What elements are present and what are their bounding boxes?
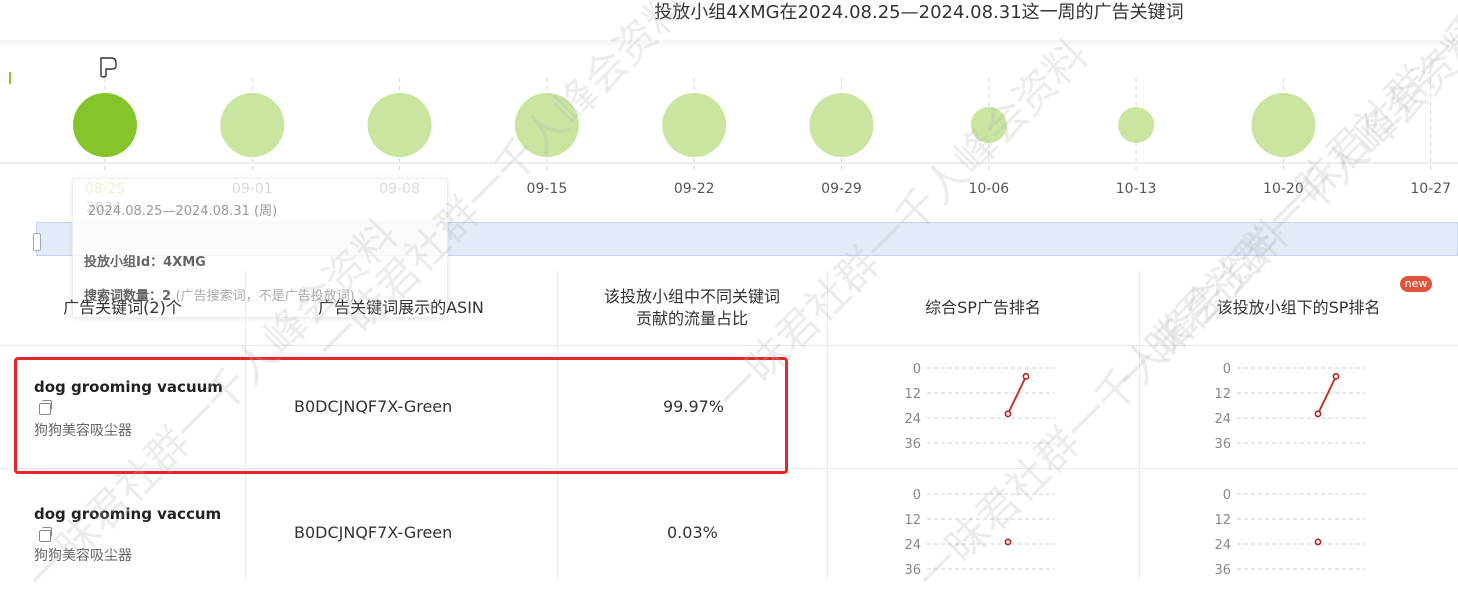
timeline-tick-label: 10-27 [1410, 181, 1451, 197]
rank-axis-label: 36 [904, 437, 921, 452]
rank-axis-label: 24 [904, 412, 921, 427]
rank-axis-label: 24 [1214, 538, 1231, 553]
header-traffic-share-line2: 贡献的流量占比 [635, 308, 748, 328]
rank-line [1007, 375, 1027, 415]
rank-axis-label: 36 [1214, 437, 1231, 452]
tooltip-group-label: 投放小组Id： [84, 255, 164, 270]
new-badge: new [1400, 276, 1432, 292]
week-bubble [73, 93, 137, 157]
timeline-tick-label: 09-22 [674, 181, 715, 197]
rank-point [1004, 410, 1012, 418]
week-bubble [809, 93, 874, 157]
header-keyword: 广告关键词(2)个 [0, 270, 245, 346]
group-sp-rank-sparkline: 0 12 24 36 [1214, 488, 1365, 578]
week-bubble [367, 93, 432, 157]
rank-axis-label: 12 [904, 387, 921, 402]
title-divider [0, 40, 1458, 48]
tooltip-date-range: 2024.08.25—2024.08.31 (周) [88, 204, 278, 219]
rank-axis-label: 0 [1223, 488, 1231, 503]
rank-point [1022, 372, 1030, 380]
column-divider [1139, 270, 1140, 581]
tooltip-group-value: 4XMG [163, 255, 206, 270]
rank-line [1317, 375, 1337, 415]
timeline-tick-label: 10-13 [1116, 181, 1157, 197]
rank-axis-label: 36 [1214, 563, 1231, 578]
rank-axis-label: 24 [1214, 412, 1231, 427]
rank-point [1332, 372, 1340, 380]
week-bubble [662, 93, 727, 157]
rank-axis-label: 0 [913, 488, 921, 503]
rank-axis-label: 0 [1223, 362, 1231, 377]
rank-axis-label: 12 [1214, 513, 1231, 528]
slider-handle[interactable] [33, 233, 41, 251]
group-sp-rank-sparkline: 0 12 24 36 [1214, 362, 1365, 452]
rank-point [1314, 410, 1322, 418]
rank-point [1314, 538, 1322, 546]
week-bubble [1118, 107, 1155, 143]
timeline-tick-label: 09-29 [821, 181, 862, 197]
page-title: 投放小组4XMG在2024.08.25—2024.08.31这一周的广告关键词 [654, 2, 1184, 23]
week-bubble [220, 93, 285, 157]
rank-axis-label: 12 [1214, 387, 1231, 402]
header-traffic-share-line1: 该投放小组中不同关键词 [603, 286, 780, 306]
tooltip-group-id: 投放小组Id：4XMG [84, 251, 206, 270]
rank-axis-label: 12 [904, 513, 921, 528]
traffic-share-value: 0.03% [667, 523, 718, 542]
asin-text[interactable]: B0DCJNQF7X-Green [294, 523, 452, 542]
rank-axis-label: 0 [913, 362, 921, 377]
hand-pointer-icon [100, 57, 117, 78]
